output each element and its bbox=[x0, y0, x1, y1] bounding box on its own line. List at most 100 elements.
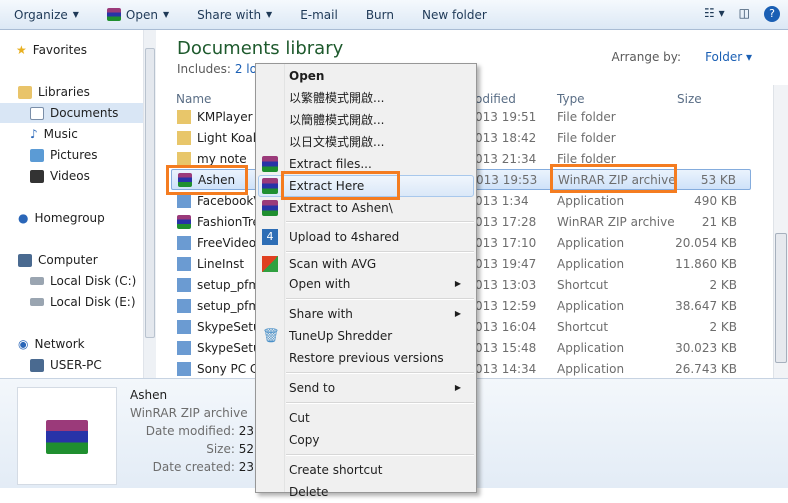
file-size: 2 KB bbox=[709, 319, 737, 334]
documents-icon bbox=[30, 106, 44, 120]
menu-open-traditional[interactable]: 以繁體模式開啟... bbox=[289, 87, 469, 109]
file-type: Application bbox=[557, 361, 625, 376]
nav-documents[interactable]: Documents bbox=[0, 103, 143, 123]
menu-copy[interactable]: Copy bbox=[289, 429, 469, 451]
nav-libraries[interactable]: Libraries bbox=[18, 82, 161, 102]
menu-open[interactable]: Open bbox=[289, 65, 469, 87]
menu-send-to[interactable]: Send to ▶ bbox=[289, 377, 469, 399]
details-date-created: Date created: 23 bbox=[152, 460, 254, 474]
menu-scan-avg[interactable]: Scan with AVG bbox=[289, 253, 469, 275]
file-name: my note bbox=[197, 151, 247, 166]
file-size: 30.023 KB bbox=[675, 340, 737, 355]
file-type: File folder bbox=[557, 109, 616, 124]
file-name: LineInst bbox=[197, 256, 245, 271]
context-menu: Open 以繁體模式開啟... 以簡體模式開啟... 以日文模式開啟... Ex… bbox=[255, 63, 477, 499]
navigation-pane: ★ Favorites Libraries Documents ♪ Music Pi… bbox=[0, 30, 156, 378]
nav-computer[interactable]: Computer bbox=[18, 250, 161, 270]
file-date: 013 18:42 bbox=[475, 130, 537, 145]
file-date: 013 16:04 bbox=[475, 319, 537, 334]
file-icon bbox=[177, 340, 191, 355]
submenu-arrow-icon: ▶ bbox=[454, 309, 461, 318]
preview-pane-icon[interactable]: ◫ bbox=[739, 6, 750, 22]
file-size: 490 KB bbox=[694, 193, 737, 208]
chevron-down-icon: ▼ bbox=[162, 10, 170, 19]
star-icon: ★ bbox=[16, 43, 27, 57]
menu-cut[interactable]: Cut bbox=[289, 407, 469, 429]
menu-tuneup-shredder[interactable]: TuneUp Shredder bbox=[289, 325, 469, 347]
menu-separator bbox=[286, 454, 474, 456]
file-size: 2 KB bbox=[709, 277, 737, 292]
file-icon bbox=[177, 298, 191, 313]
share-with-button[interactable]: Share with ▼ bbox=[183, 0, 286, 30]
file-date: 013 17:10 bbox=[475, 235, 537, 250]
file-size: 11.860 KB bbox=[675, 256, 737, 271]
open-button[interactable]: Open ▼ bbox=[93, 0, 183, 30]
menu-separator bbox=[286, 298, 474, 300]
file-date: 013 19:47 bbox=[475, 256, 537, 271]
help-icon[interactable]: ? bbox=[764, 6, 780, 22]
highlight-box-file bbox=[166, 165, 248, 195]
file-date: 013 13:03 bbox=[475, 277, 537, 292]
file-icon bbox=[177, 130, 191, 145]
view-options-icon[interactable]: ☷ ▾ bbox=[704, 6, 725, 22]
details-file-type: WinRAR ZIP archive bbox=[130, 406, 248, 420]
nav-homegroup[interactable]: ● Homegroup bbox=[18, 208, 161, 228]
column-type[interactable]: Type bbox=[557, 92, 585, 106]
details-date-modified: Date modified: 23 bbox=[145, 424, 254, 438]
4shared-icon: 4 bbox=[262, 229, 278, 245]
menu-separator bbox=[286, 221, 474, 223]
file-type: Shortcut bbox=[557, 277, 609, 292]
winrar-icon bbox=[262, 156, 278, 172]
command-bar: Organize ▼ Open ▼ Share with ▼ E-mail Burn … bbox=[0, 0, 788, 30]
file-size: 53 KB bbox=[700, 172, 736, 187]
scrollbar-thumb[interactable] bbox=[775, 233, 787, 363]
menu-open-with[interactable]: Open with ▶ bbox=[289, 273, 469, 295]
menu-share-with[interactable]: Share with ▶ bbox=[289, 303, 469, 325]
highlight-box-extract-here bbox=[281, 171, 400, 200]
menu-create-shortcut[interactable]: Create shortcut bbox=[289, 459, 469, 481]
nav-network[interactable]: ◉ Network bbox=[18, 334, 161, 354]
file-type: Application bbox=[557, 340, 625, 355]
menu-upload-4shared[interactable]: Upload to 4shared bbox=[289, 226, 469, 248]
file-icon bbox=[177, 193, 191, 208]
file-date: 013 17:28 bbox=[475, 214, 537, 229]
file-type: File folder bbox=[557, 130, 616, 145]
file-list-scrollbar[interactable] bbox=[773, 85, 788, 378]
column-date-modified[interactable]: odified bbox=[475, 92, 516, 106]
file-icon bbox=[177, 277, 191, 292]
menu-restore-versions[interactable]: Restore previous versions bbox=[289, 347, 469, 369]
email-button[interactable]: E-mail bbox=[286, 0, 352, 30]
file-size: 20.054 KB bbox=[675, 235, 737, 250]
winrar-icon bbox=[262, 178, 278, 194]
menu-open-simplified[interactable]: 以簡體模式開啟... bbox=[289, 109, 469, 131]
file-type: Application bbox=[557, 298, 625, 313]
file-type: Application bbox=[557, 256, 625, 271]
trash-icon: 🗑 bbox=[262, 328, 280, 344]
menu-extract-to[interactable]: Extract to Ashen\ bbox=[289, 197, 469, 219]
computer-icon bbox=[18, 253, 32, 267]
chevron-down-icon: ▼ bbox=[72, 10, 79, 19]
organize-button[interactable]: Organize ▼ bbox=[0, 0, 93, 30]
menu-delete[interactable]: Delete bbox=[289, 481, 469, 503]
nav-favorites[interactable]: ★ Favorites bbox=[16, 40, 159, 60]
videos-icon bbox=[30, 169, 44, 183]
file-icon bbox=[177, 235, 191, 250]
arrange-by-dropdown[interactable]: Folder ▾ bbox=[693, 50, 752, 64]
file-icon bbox=[177, 214, 191, 229]
file-date: 013 19:53 bbox=[476, 172, 538, 187]
menu-open-japanese[interactable]: 以日文模式開啟... bbox=[289, 131, 469, 153]
new-folder-button[interactable]: New folder bbox=[408, 0, 501, 30]
file-date: 013 21:34 bbox=[475, 151, 537, 166]
file-date: 013 12:59 bbox=[475, 298, 537, 313]
file-name: FacebookV bbox=[197, 193, 262, 208]
highlight-box-type bbox=[550, 164, 677, 193]
burn-button[interactable]: Burn bbox=[352, 0, 408, 30]
column-size[interactable]: Size bbox=[677, 92, 702, 106]
file-type: Application bbox=[557, 193, 625, 208]
file-type: WinRAR ZIP archive bbox=[557, 214, 675, 229]
nav-scrollbar[interactable] bbox=[143, 30, 156, 378]
column-name[interactable]: Name bbox=[176, 92, 211, 106]
music-icon: ♪ bbox=[30, 127, 38, 141]
scrollbar-thumb[interactable] bbox=[145, 48, 155, 338]
computer-icon bbox=[30, 358, 44, 372]
